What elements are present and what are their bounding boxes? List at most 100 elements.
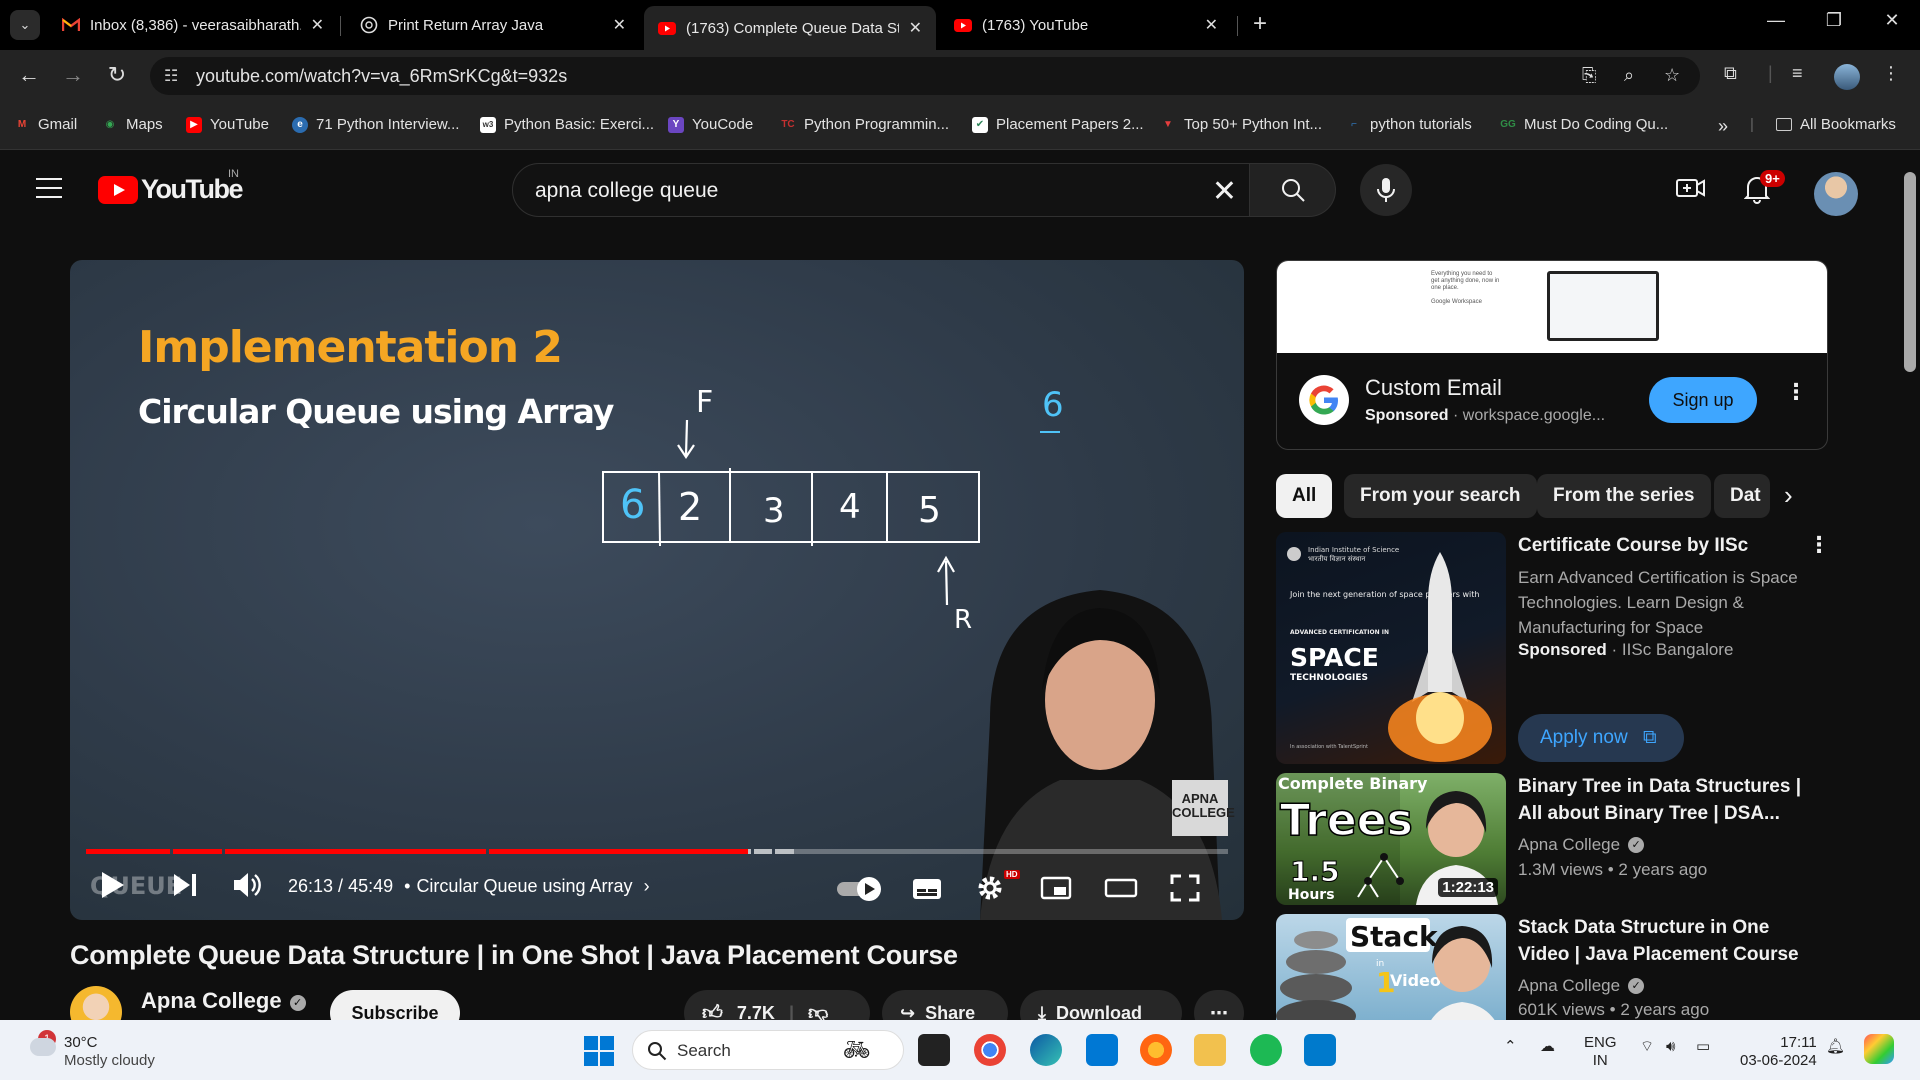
search-input[interactable]: apna college queue ✕	[512, 163, 1250, 217]
reload-icon[interactable]: ↻	[102, 62, 132, 88]
sign-up-button[interactable]: Sign up	[1649, 377, 1757, 423]
page-scrollbar[interactable]	[1900, 160, 1920, 1020]
video-title[interactable]: Stack Data Structure in One Video | Java…	[1518, 914, 1808, 968]
create-video-icon[interactable]	[1676, 174, 1706, 207]
tab-queue-video[interactable]: (1763) Complete Queue Data St ✕	[644, 6, 936, 50]
search-button[interactable]	[1250, 163, 1336, 217]
media-control-icon[interactable]: ≡	[1792, 63, 1803, 84]
fullscreen-icon[interactable]	[1170, 874, 1200, 907]
firefox-icon[interactable]	[1140, 1034, 1172, 1066]
scrollbar-thumb[interactable]	[1904, 172, 1916, 372]
video-thumbnail[interactable]: Indian Institute of Science भारतीय विज्ञ…	[1276, 532, 1506, 764]
channel-name[interactable]: Apna College ✓	[1518, 835, 1645, 855]
task-view-icon[interactable]	[918, 1034, 950, 1066]
progress-bar[interactable]	[86, 849, 1228, 854]
back-icon[interactable]: ←	[14, 62, 44, 88]
clear-search-icon[interactable]: ✕	[1212, 174, 1237, 209]
video-thumbnail[interactable]: Stack in 1 Video	[1276, 914, 1506, 1020]
play-icon[interactable]	[100, 870, 126, 905]
chrome-icon[interactable]	[974, 1034, 1006, 1066]
chevron-right-icon[interactable]: ›	[644, 876, 650, 896]
bookmark-python-tutorials[interactable]: ⌐ python tutorials	[1346, 116, 1472, 133]
wifi-icon[interactable]: ⌔	[1640, 1038, 1654, 1056]
bookmark-top50-python[interactable]: ▼ Top 50+ Python Int...	[1160, 116, 1322, 133]
sponsored-ad-card[interactable]: Everything you need to get anything done…	[1276, 260, 1828, 450]
taskbar-search[interactable]: Search 🚲︎	[632, 1030, 904, 1070]
battery-icon[interactable]: ▭	[1696, 1038, 1710, 1056]
bookmark-must-do-coding[interactable]: GG Must Do Coding Qu...	[1500, 116, 1668, 133]
tab-search-button[interactable]: ⌄	[10, 10, 40, 40]
video-title[interactable]: Binary Tree in Data Structures | All abo…	[1518, 773, 1808, 827]
bookmark-maps[interactable]: ◉ Maps	[102, 116, 163, 133]
edge-icon[interactable]	[1030, 1034, 1062, 1066]
chapter-title[interactable]: Circular Queue using Array	[416, 876, 632, 896]
notification-bell-icon[interactable]: 🔔︎	[1826, 1038, 1845, 1056]
onedrive-cloud-icon[interactable]: ☁	[1540, 1038, 1555, 1056]
bookmark-star-icon[interactable]: ☆	[1664, 65, 1680, 86]
vscode-icon[interactable]	[1304, 1034, 1336, 1066]
bookmark-youtube[interactable]: ▶ YouTube	[186, 116, 269, 133]
install-app-icon[interactable]: ⎘	[1582, 65, 1596, 86]
speaker-icon[interactable]: 🔊︎	[1666, 1038, 1675, 1056]
close-icon[interactable]: ✕	[613, 15, 626, 35]
close-icon[interactable]: ✕	[1205, 15, 1218, 35]
miniplayer-icon[interactable]	[1040, 876, 1072, 905]
more-vertical-icon[interactable]: ⋮	[1785, 379, 1807, 405]
youtube-logo[interactable]: YouTube IN	[98, 168, 243, 205]
subtitles-icon[interactable]	[912, 878, 942, 905]
minimize-icon[interactable]: —	[1756, 10, 1796, 31]
close-icon[interactable]: ✕	[909, 18, 922, 38]
account-avatar[interactable]	[1814, 172, 1858, 216]
bookmarks-overflow-button[interactable]: »	[1718, 116, 1728, 137]
search-query[interactable]: apna college queue	[535, 179, 718, 203]
file-explorer-icon[interactable]	[1194, 1034, 1226, 1066]
video-thumbnail[interactable]: Complete Binary Trees 1.5 Hours 1:22:13	[1276, 773, 1506, 905]
bookmark-python-programming[interactable]: TC Python Programmin...	[780, 116, 949, 133]
apply-now-button[interactable]: Apply now ⧉	[1518, 714, 1684, 762]
restore-icon[interactable]: ❐	[1814, 10, 1854, 31]
all-bookmarks[interactable]: All Bookmarks	[1776, 116, 1896, 133]
autoplay-toggle[interactable]	[835, 876, 885, 907]
menu-icon[interactable]: ⋮	[1882, 63, 1900, 84]
windows-start-icon[interactable]	[584, 1036, 614, 1066]
theater-mode-icon[interactable]	[1104, 878, 1138, 903]
settings-gear-icon[interactable]	[976, 874, 1004, 907]
tab-youtube[interactable]: (1763) YouTube ✕	[940, 6, 1232, 44]
zoom-icon[interactable]: ⌕	[1624, 65, 1634, 86]
spotify-icon[interactable]	[1250, 1034, 1282, 1066]
bookmark-gmail[interactable]: M Gmail	[14, 116, 77, 133]
voice-search-button[interactable]	[1360, 164, 1412, 216]
menu-hamburger-icon[interactable]	[36, 178, 62, 198]
chip-all[interactable]: All	[1276, 474, 1333, 518]
copilot-icon[interactable]	[1864, 1034, 1894, 1064]
bookmark-python-basic[interactable]: w3 Python Basic: Exerci...	[480, 116, 654, 133]
new-tab-button[interactable]: +	[1245, 10, 1275, 40]
tab-gmail[interactable]: Inbox (8,386) - veerasaibharath. ✕	[48, 6, 338, 44]
channel-name[interactable]: Apna College ✓	[141, 988, 306, 1014]
ad-title[interactable]: Custom Email	[1365, 375, 1502, 401]
more-vertical-icon[interactable]: ⋮	[1808, 532, 1830, 558]
address-bar[interactable]: ☷ youtube.com/watch?v=va_6RmSrKCg&t=932s…	[150, 57, 1700, 95]
video-title[interactable]: Certificate Course by IISc	[1518, 532, 1808, 559]
chevron-up-icon[interactable]: ⌃	[1504, 1038, 1517, 1056]
video-player[interactable]: Implementation 2 Circular Queue using Ar…	[70, 260, 1244, 920]
site-info-icon[interactable]: ☷	[164, 66, 178, 86]
clock[interactable]: 17:11 03-06-2024	[1740, 1034, 1817, 1070]
bookmark-youcode[interactable]: Y YouCode	[668, 116, 753, 133]
weather-widget[interactable]: 1 30°C Mostly cloudy	[30, 1030, 155, 1070]
url-text[interactable]: youtube.com/watch?v=va_6RmSrKCg&t=932s	[196, 66, 567, 87]
browser-profile-avatar[interactable]	[1834, 64, 1860, 90]
next-icon[interactable]	[172, 872, 198, 903]
channel-name[interactable]: Apna College ✓	[1518, 976, 1645, 996]
chip-from-the-series[interactable]: From the series	[1537, 474, 1711, 518]
window-close-icon[interactable]: ✕	[1872, 10, 1912, 31]
bookmark-python-interview[interactable]: e 71 Python Interview...	[292, 116, 459, 133]
close-icon[interactable]: ✕	[311, 15, 324, 35]
chip-from-your-search[interactable]: From your search	[1344, 474, 1537, 518]
mail-icon[interactable]	[1086, 1034, 1118, 1066]
forward-icon[interactable]: →	[58, 62, 88, 88]
recommendation-item[interactable]: Indian Institute of Science भारतीय विज्ञ…	[1276, 532, 1830, 764]
language-indicator[interactable]: ENG IN	[1584, 1034, 1617, 1070]
extensions-icon[interactable]: ⧉	[1724, 63, 1737, 84]
recommendation-item[interactable]: Complete Binary Trees 1.5 Hours 1:22:13 …	[1276, 773, 1828, 905]
